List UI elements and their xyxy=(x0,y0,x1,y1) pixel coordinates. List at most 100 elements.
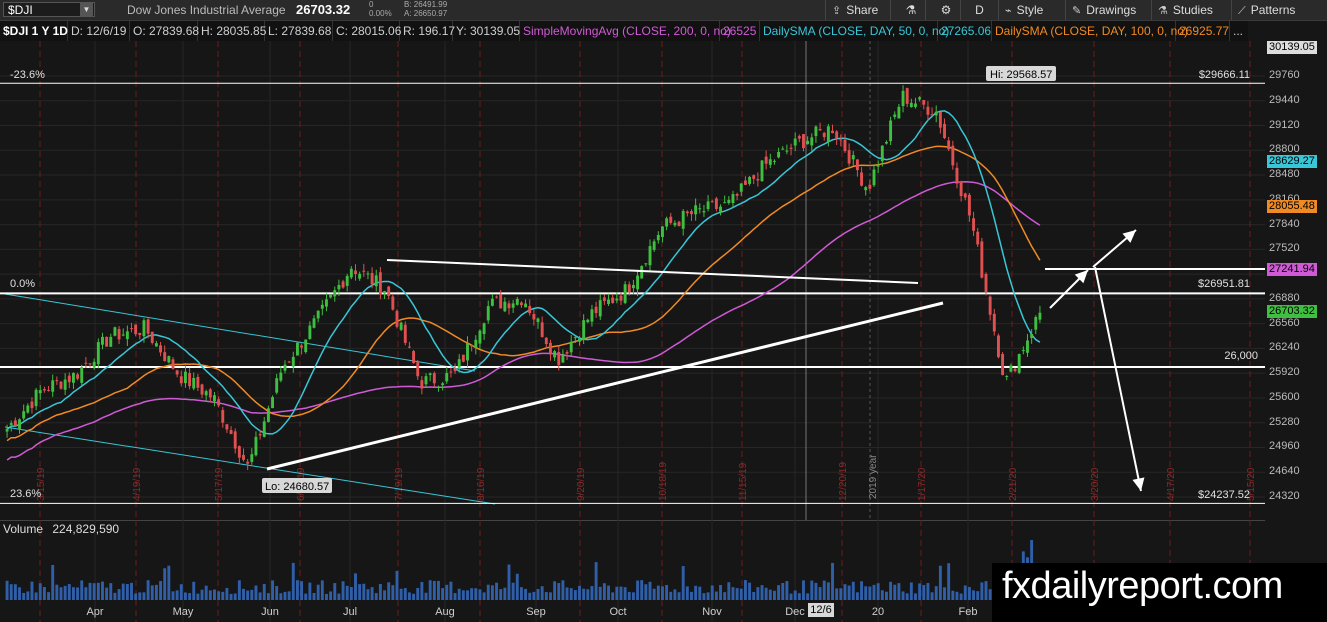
volume-bar xyxy=(63,585,67,600)
candle-body xyxy=(1009,365,1013,372)
candle-body xyxy=(407,346,411,348)
price-tick: 24960 xyxy=(1269,440,1300,453)
volume-bar xyxy=(26,591,30,600)
candle-body xyxy=(602,297,606,302)
candle-body xyxy=(225,424,229,430)
candle-body xyxy=(486,306,490,321)
volume-bar xyxy=(461,590,465,600)
candle-body xyxy=(229,430,233,435)
price-axis[interactable]: 30139.05 29760 29440 29120 28800 28480 28160 2… xyxy=(1265,41,1327,517)
volume-bar xyxy=(113,592,117,600)
volume-bar xyxy=(258,592,262,600)
volume-bar xyxy=(130,582,133,600)
volume-bar xyxy=(810,580,814,600)
volume-bar xyxy=(768,589,772,600)
volume-bar xyxy=(897,583,901,600)
timeframe-button[interactable]: D xyxy=(960,0,998,20)
candle-body xyxy=(192,377,196,389)
volume-bar xyxy=(499,589,503,600)
volume-bar xyxy=(341,581,345,600)
volume-bar xyxy=(163,568,167,600)
candle-body xyxy=(478,330,482,344)
candle-body xyxy=(735,193,739,196)
candle-body xyxy=(822,132,826,138)
volume-bar xyxy=(246,590,250,600)
sma100-label[interactable]: DailySMA (CLOSE, DAY, 100, 0, no) xyxy=(992,21,1188,41)
style-button[interactable]: ⌁ Style xyxy=(998,0,1065,20)
candle-body xyxy=(992,313,996,332)
info-open: O: 27839.68 xyxy=(130,21,199,41)
candle-body xyxy=(578,338,581,342)
expiration-label: 4/17/20 xyxy=(1166,467,1177,501)
candle-body xyxy=(515,298,519,305)
price-tick: 26880 xyxy=(1269,291,1300,304)
candle-body xyxy=(470,345,474,347)
candle-body xyxy=(51,380,55,392)
drawings-button[interactable]: ✎ Drawings xyxy=(1065,0,1151,20)
fib-top-value-label: $29666.11 xyxy=(1199,69,1250,81)
volume-bar xyxy=(138,592,142,600)
candle-body xyxy=(171,359,175,369)
volume-bar xyxy=(884,591,888,600)
candle-body xyxy=(880,145,884,162)
volume-bar xyxy=(889,581,893,600)
settings-button[interactable]: ⚙ xyxy=(925,0,960,20)
volume-bar xyxy=(134,593,138,600)
candle-body xyxy=(739,183,743,192)
volume-bar xyxy=(271,580,274,600)
volume-bar xyxy=(739,588,743,600)
candle-body xyxy=(702,211,706,213)
brand-watermark: fxdailyreport.com xyxy=(992,563,1327,622)
candle-body xyxy=(905,88,909,104)
volume-bar xyxy=(598,586,602,600)
candle-body xyxy=(926,106,930,115)
candle-body xyxy=(656,234,660,241)
share-button[interactable]: ⇪ Share xyxy=(825,0,890,20)
volume-bar xyxy=(171,591,175,600)
volume-bar xyxy=(627,591,631,600)
price-tick: 25280 xyxy=(1269,415,1300,428)
volume-bar xyxy=(387,582,391,600)
candle-body xyxy=(781,148,785,150)
candle-body xyxy=(387,286,391,296)
info-range: R: 196.17 xyxy=(400,21,455,41)
sma200-label[interactable]: SimpleMovingAvg (CLOSE, 200, 0, no) xyxy=(520,21,731,41)
flask-button[interactable]: ⚗ xyxy=(890,0,925,20)
candle-body xyxy=(453,368,457,372)
candle-body xyxy=(714,198,718,209)
volume-bar xyxy=(934,586,938,600)
patterns-button[interactable]: ⟋ Patterns xyxy=(1231,0,1327,20)
studies-button[interactable]: ⚗ Studies xyxy=(1151,0,1231,20)
candle-body xyxy=(955,167,959,184)
symbol-dropdown-icon[interactable]: ▼ xyxy=(80,3,93,16)
volume-bar xyxy=(590,586,594,600)
volume-bar xyxy=(905,593,909,600)
candle-body xyxy=(590,309,594,322)
volume-bar xyxy=(196,593,200,600)
candle-body xyxy=(76,374,80,379)
candle-body xyxy=(806,140,810,145)
volume-bar xyxy=(806,593,810,600)
sma50-label[interactable]: DailySMA (CLOSE, DAY, 50, 0, no) xyxy=(760,21,949,41)
volume-bar xyxy=(540,586,544,600)
candle-body xyxy=(1038,312,1042,320)
candle-body xyxy=(221,410,225,423)
candle-body xyxy=(884,141,888,144)
candle-body xyxy=(615,298,619,301)
expiration-label: 5/17/19 xyxy=(214,467,225,501)
volume-bar xyxy=(466,590,469,600)
price-chart[interactable]: 3/15/194/19/195/17/196/21/197/19/198/16/… xyxy=(0,41,1265,521)
price-tick: 26560 xyxy=(1269,316,1300,329)
candle-body xyxy=(183,371,187,384)
candle-body xyxy=(773,160,776,162)
candle-body xyxy=(519,302,523,306)
more-studies-button[interactable]: ... xyxy=(1230,21,1248,41)
volume-bar xyxy=(661,586,664,600)
candle-body xyxy=(358,273,362,279)
candle-body xyxy=(930,114,934,116)
candle-body xyxy=(320,304,324,309)
volume-bar xyxy=(312,592,316,600)
volume-bar xyxy=(959,593,963,600)
volume-bar xyxy=(665,584,669,600)
volume-bar xyxy=(702,593,706,600)
